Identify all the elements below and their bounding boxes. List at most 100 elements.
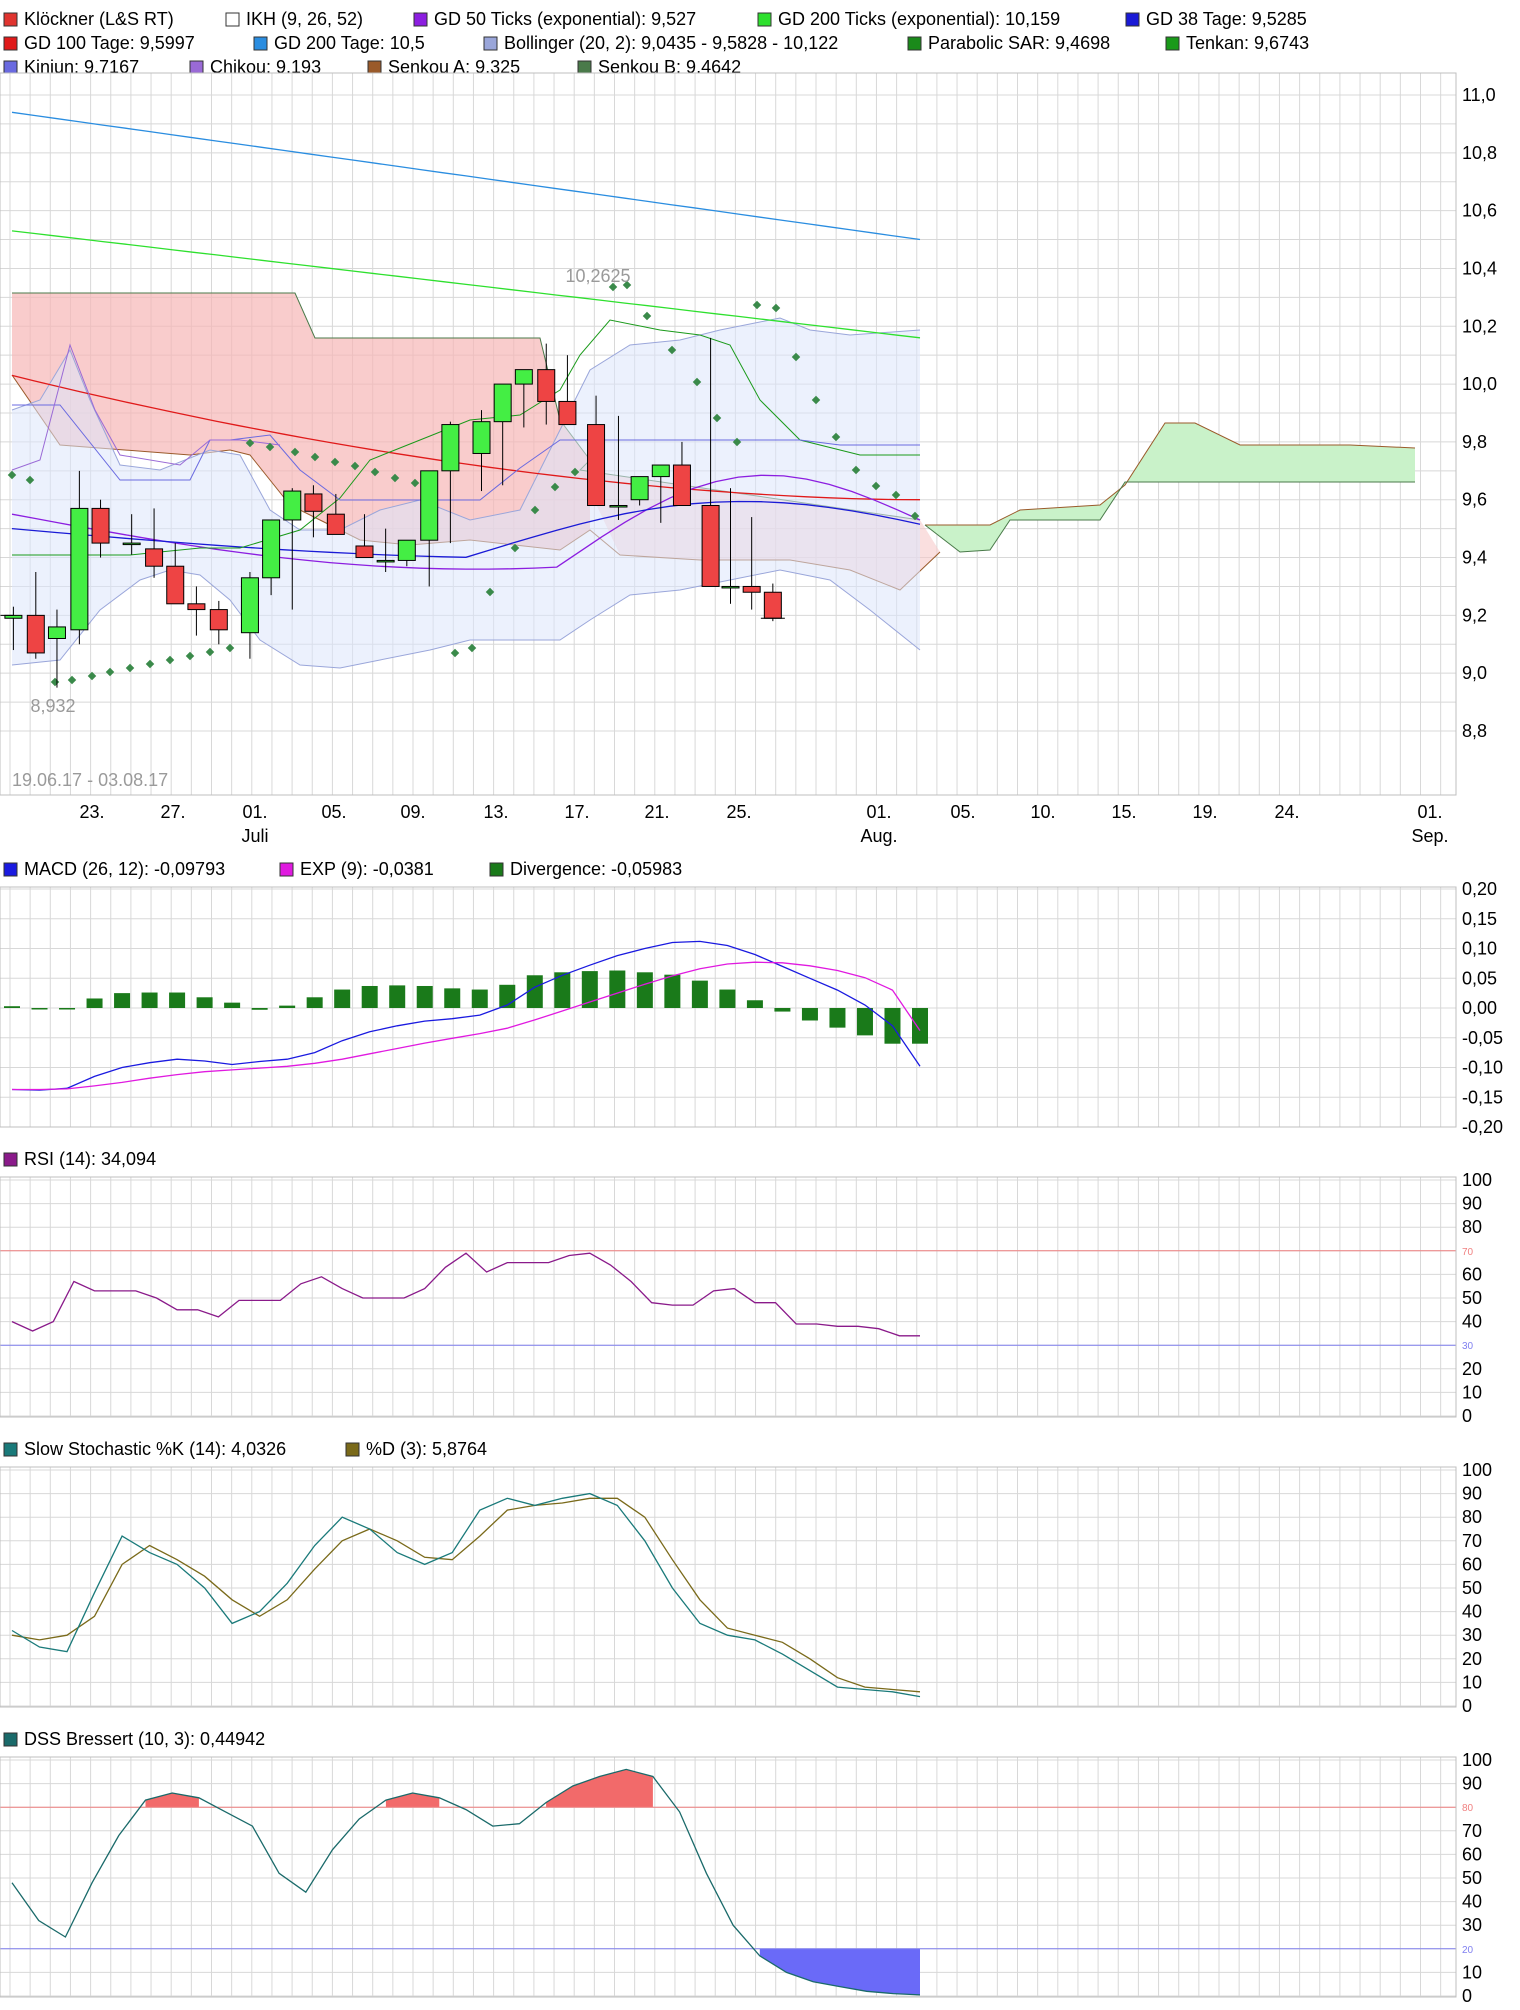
legend-swatch (253, 36, 268, 51)
stochastic-y-axis: 1009080706050403020100 (1462, 1460, 1492, 1716)
candle-body (558, 400, 577, 426)
price-tick-label: 8,8 (1462, 721, 1487, 741)
date-tick-label: 05. (950, 802, 975, 822)
date-tick-label: 24. (1274, 802, 1299, 822)
legend-label: Tenkan: 9,6743 (1186, 33, 1309, 53)
candle-body (376, 559, 395, 563)
overbought-fill (546, 1769, 653, 1808)
candle-body (672, 464, 691, 507)
tick-label: 70 (1462, 1531, 1482, 1551)
tick-label: 10 (1462, 1382, 1482, 1402)
legend-swatch (483, 36, 498, 51)
candle-body (420, 470, 439, 541)
date-tick-label: 15. (1111, 802, 1136, 822)
tick-label: 80 (1462, 1507, 1482, 1527)
legend-swatch (3, 1442, 18, 1457)
divergence-bar (334, 989, 351, 1008)
tick-label: 50 (1462, 1578, 1482, 1598)
tick-label: 40 (1462, 1892, 1482, 1912)
candle-body (355, 545, 374, 559)
price-panel: 10,2625 8,932 19.06.17 - 03.08.17 11,0 10… (0, 72, 1497, 846)
macd-y-axis: 0,20 0,15 0,10 0,05 0,00 -0,05 -0,10 -0,15 -0,20 (1462, 879, 1503, 1137)
rsi-panel: RSI (14): 34,094 7030 100908060504020100 (0, 1149, 1492, 1426)
date-tick-label: 27. (160, 802, 185, 822)
tick-label: 100 (1462, 1460, 1492, 1480)
tick-label: 10 (1462, 1672, 1482, 1692)
stochastic-frame (0, 1466, 1457, 1708)
legend-label: GD 100 Tage: 9,5997 (24, 33, 195, 53)
divergence-bar (856, 1008, 873, 1036)
tick-label: 20 (1462, 1649, 1482, 1669)
date-tick-label: 13. (483, 802, 508, 822)
divergence-bar (389, 985, 406, 1008)
divergence-bar (114, 993, 131, 1008)
stochastic-legend: Slow Stochastic %K (14): 4,0326 %D (3): 5… (3, 1439, 487, 1459)
low-price-label: 8,932 (30, 696, 75, 716)
legend-label: %D (3): 5,8764 (366, 1439, 487, 1459)
tick-label: 60 (1462, 1554, 1482, 1574)
legend-swatch (3, 1152, 18, 1167)
tick-label: 70 (1462, 1821, 1482, 1841)
stochastic-panel: Slow Stochastic %K (14): 4,0326 %D (3): 5… (0, 1439, 1492, 1716)
candle-body (91, 507, 110, 544)
divergence-bar (746, 1000, 763, 1008)
date-tick-label: 21. (644, 802, 669, 822)
candle-body (397, 539, 416, 561)
candle-body (262, 519, 281, 579)
divergence-bar (196, 997, 213, 1008)
tick-label: 30 (1462, 1915, 1482, 1935)
price-tick-label: 9,4 (1462, 548, 1487, 568)
divergence-bar (664, 974, 681, 1008)
date-tick-label: 10. (1030, 802, 1055, 822)
tick-label: 30 (1462, 1625, 1482, 1645)
legend-label: DSS Bressert (10, 3): 0,44942 (24, 1729, 265, 1749)
tick-label: 0 (1462, 1986, 1472, 2005)
macd-tick-label: 0,10 (1462, 939, 1497, 959)
month-tick-label: Sep. (1411, 826, 1448, 846)
legend-swatch (3, 862, 18, 877)
rsi-grid (0, 1177, 1456, 1417)
rsi-legend: RSI (14): 34,094 (3, 1149, 156, 1169)
divergence-bar (224, 1002, 241, 1008)
legend-label: MACD (26, 12): -0,09793 (24, 859, 225, 879)
price-tick-label: 9,0 (1462, 663, 1487, 683)
legend-label: Klöckner (L&S RT) (24, 9, 174, 29)
candle-body (742, 585, 761, 593)
stoch-d-line (11, 1497, 921, 1693)
rsi-line: 70 30 (0, 1247, 1474, 1352)
candle-body (721, 585, 740, 589)
legend-swatch (757, 12, 772, 27)
tick-label: 60 (1462, 1264, 1482, 1284)
legend-swatch (489, 862, 504, 877)
legend-swatch (1165, 36, 1180, 51)
legend-swatch (3, 36, 18, 51)
divergence-bar (251, 1008, 268, 1010)
divergence-bar (912, 1008, 928, 1044)
tick-label: 20 (1462, 1359, 1482, 1379)
stochastic-grid (0, 1467, 1456, 1707)
legend-swatch (3, 60, 18, 75)
divergence-bar (361, 985, 378, 1008)
price-tick-label: 10,0 (1462, 374, 1497, 394)
price-tick-label: 10,4 (1462, 258, 1497, 278)
divergence-bar (59, 1008, 76, 1010)
legend-swatch (345, 1442, 360, 1457)
candle-body (240, 577, 259, 634)
legend-swatch (1125, 12, 1140, 27)
rsi-frame (0, 1176, 1457, 1418)
dss-panel: DSS Bressert (10, 3): 0,44942 8020 10090… (0, 1729, 1492, 2006)
legend-label: Slow Stochastic %K (14): 4,0326 (24, 1439, 286, 1459)
candle-body (537, 369, 556, 402)
stock-chart: Klöckner (L&S RT) IKH (9, 26, 52) GD 50 Ti… (0, 0, 1520, 2006)
rsi-30-label: 30 (1462, 1341, 1474, 1352)
overbought-fill (385, 1793, 440, 1808)
candle-body (187, 603, 206, 611)
tick-label: 40 (1462, 1312, 1482, 1332)
divergence-bar (169, 992, 186, 1008)
dss-line: 80 20 (0, 1768, 1474, 1996)
candle-body (70, 507, 89, 631)
date-tick-label: 01. (866, 802, 891, 822)
legend-label: GD 200 Tage: 10,5 (274, 33, 425, 53)
dss-20-label: 20 (1462, 1945, 1474, 1956)
legend-swatch (367, 60, 382, 75)
